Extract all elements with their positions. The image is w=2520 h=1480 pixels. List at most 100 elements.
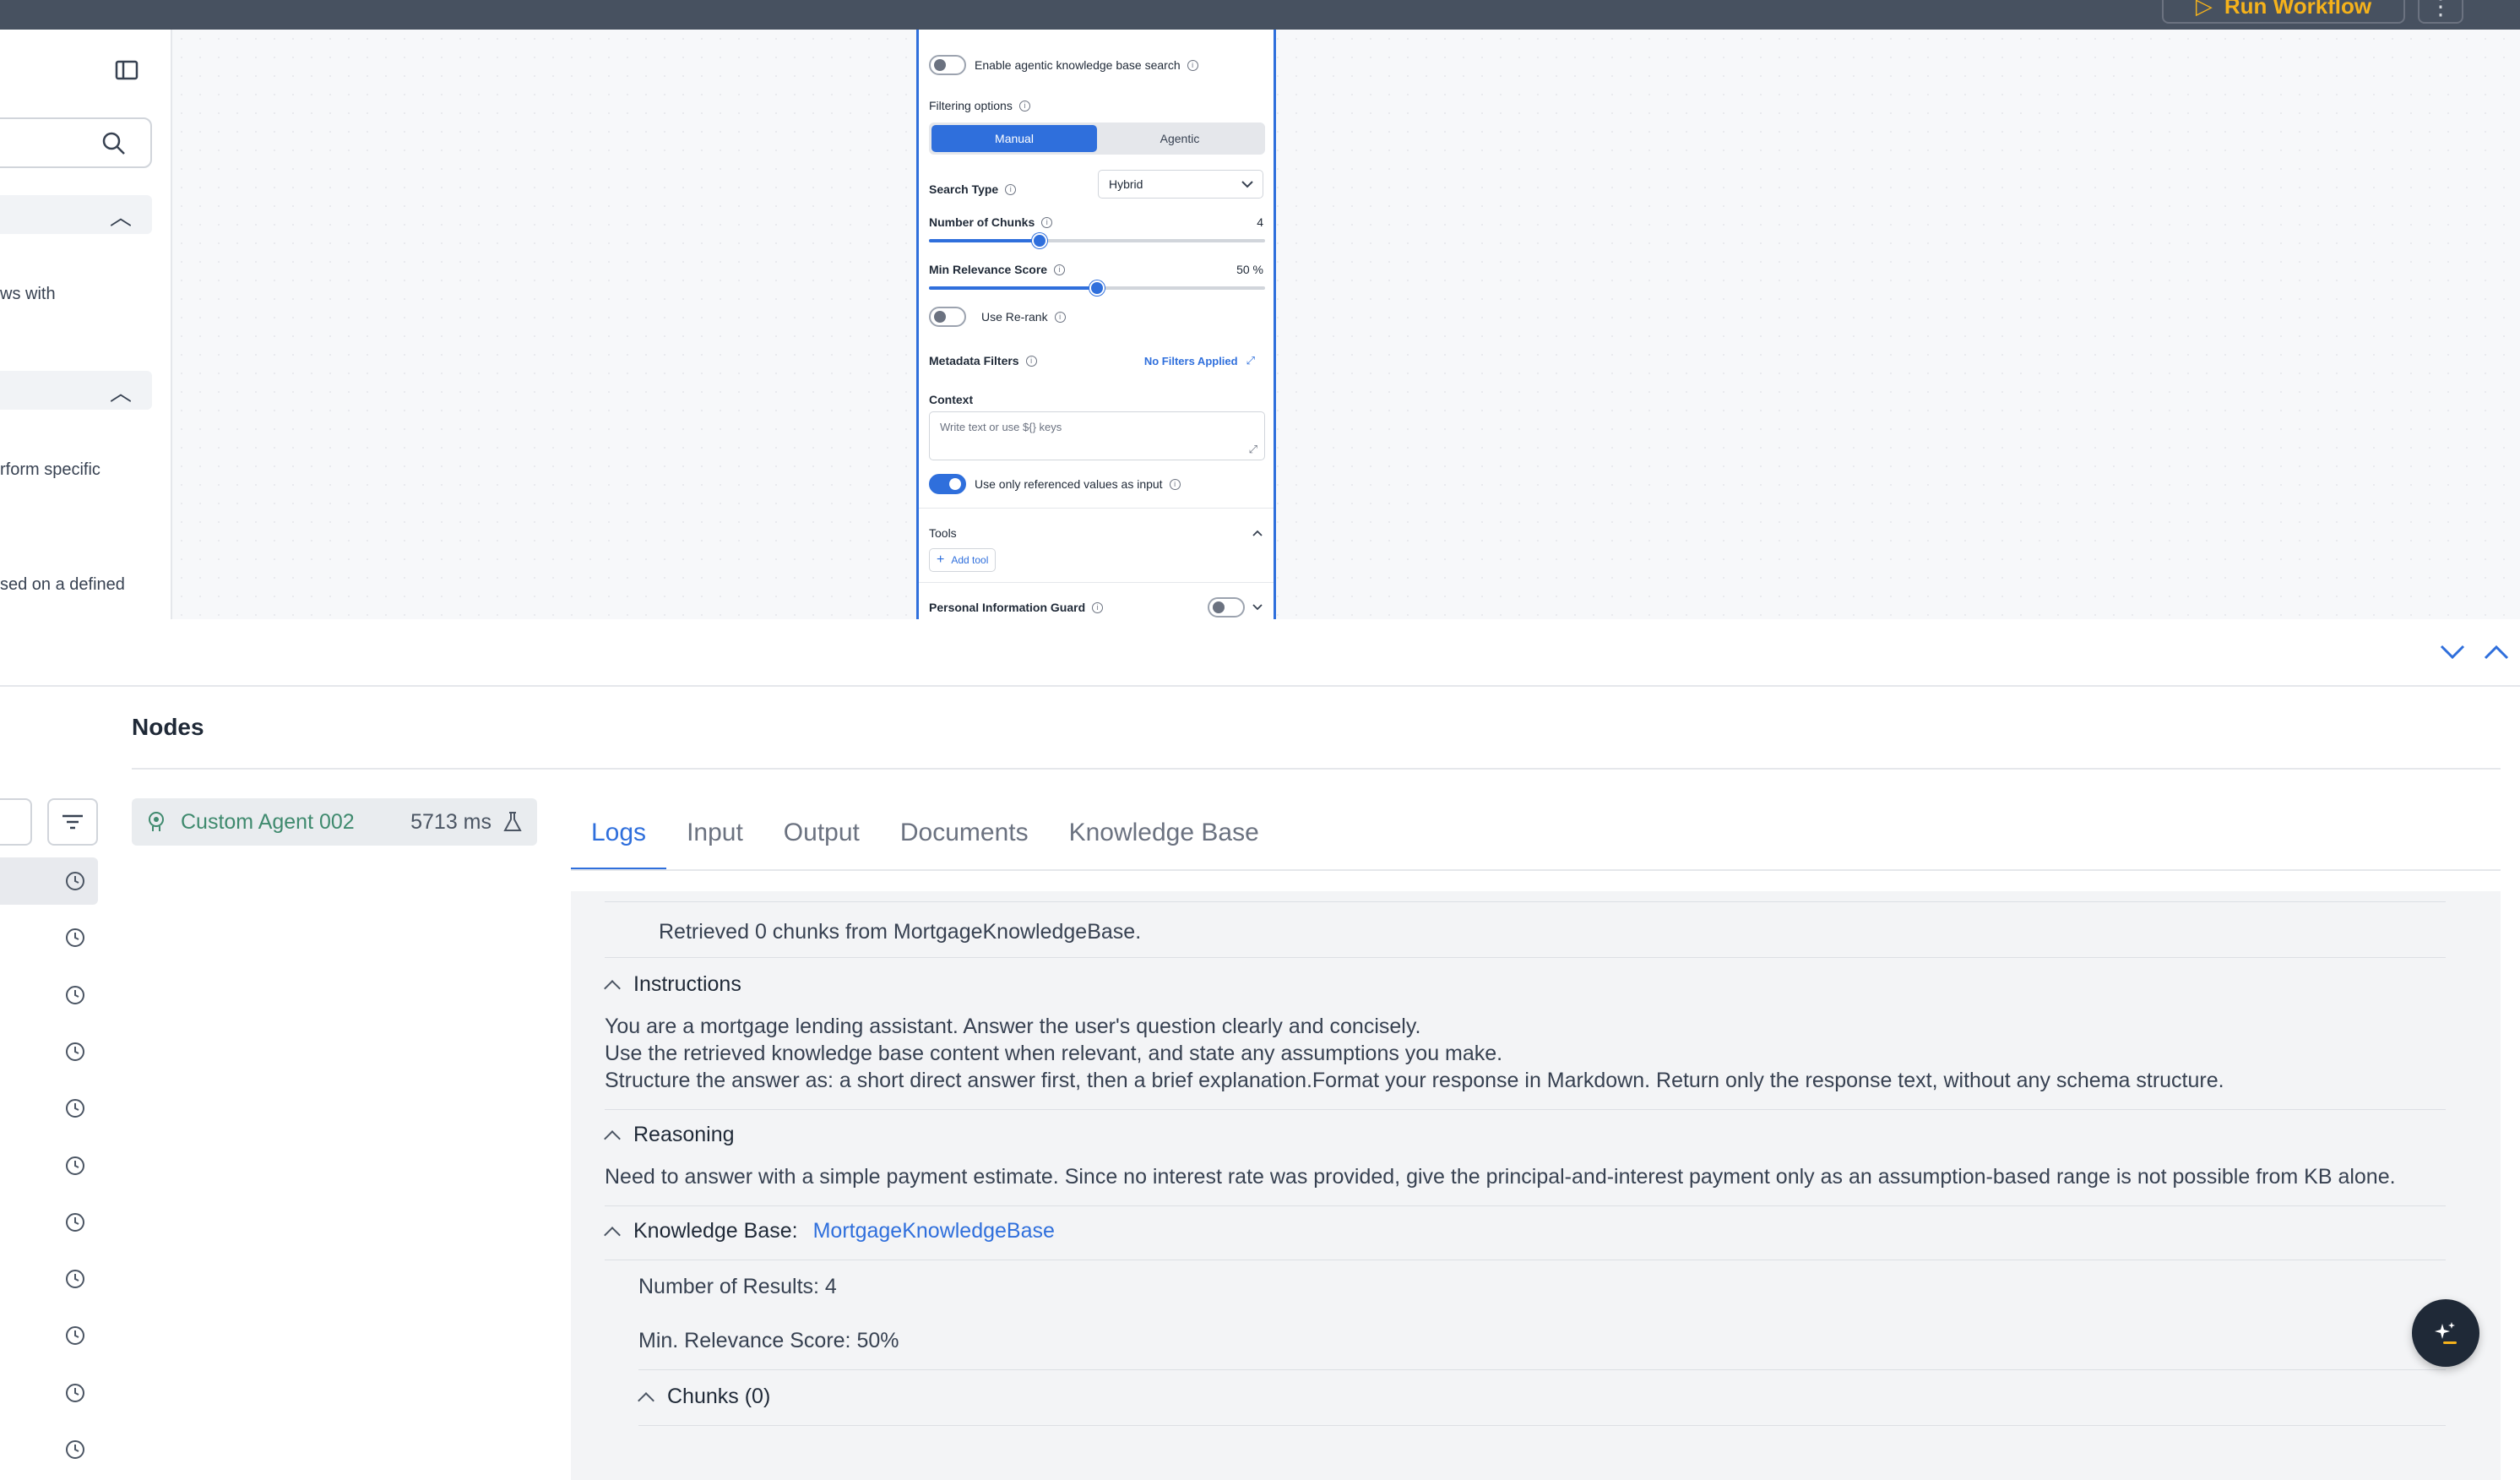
run-list-item[interactable] — [0, 1142, 98, 1189]
sidebar-search-input[interactable] — [0, 117, 152, 168]
chevron-up-icon: ︿ — [110, 380, 133, 405]
play-icon: ▷ — [2195, 0, 2213, 19]
run-list-item[interactable] — [0, 1255, 98, 1303]
info-icon: i — [1169, 478, 1181, 490]
chunks-slider-fill — [929, 239, 1040, 242]
filter-button[interactable] — [47, 798, 98, 846]
context-input[interactable]: Write text or use ${} keys ⤢ — [929, 411, 1265, 460]
tab-output[interactable]: Output — [763, 812, 880, 871]
tab-logs[interactable]: Logs — [571, 812, 667, 871]
knowledge-base-header[interactable]: Knowledge Base: MortgageKnowledgeBase — [604, 1219, 1055, 1243]
nodes-divider — [132, 768, 2501, 770]
clock-icon — [66, 1383, 84, 1402]
knowledge-base-link[interactable]: MortgageKnowledgeBase — [813, 1219, 1055, 1243]
tab-input[interactable]: Input — [666, 812, 763, 871]
chevron-up-icon: ︿ — [110, 204, 133, 230]
sidebar-snippet: rform specific — [0, 460, 100, 479]
chevron-up-icon[interactable] — [1252, 529, 1263, 537]
run-list-item[interactable] — [0, 1028, 98, 1075]
chevron-down-icon[interactable] — [1252, 603, 1263, 612]
info-icon: i — [1054, 264, 1066, 275]
sidebar-section-header[interactable]: ︿ — [0, 195, 152, 234]
agent-duration: 5713 ms — [410, 809, 492, 834]
chunks-header[interactable]: Chunks (0) — [638, 1385, 771, 1409]
tab-documents[interactable]: Documents — [880, 812, 1049, 871]
search-type-value: Hybrid — [1109, 177, 1143, 191]
chevron-up-icon[interactable] — [2483, 643, 2510, 661]
chevron-up-icon — [604, 1129, 621, 1147]
run-workflow-label: Run Workflow — [2224, 0, 2372, 19]
node-config-panel: Enable agentic knowledge base search i F… — [916, 30, 1276, 619]
panel-header — [0, 619, 2520, 687]
clock-icon — [66, 1099, 84, 1118]
tab-knowledge-base[interactable]: Knowledge Base — [1049, 812, 1279, 871]
metadata-filters-link[interactable]: No Filters Applied — [1144, 355, 1238, 367]
ai-assistant-button[interactable] — [2412, 1299, 2479, 1367]
run-workflow-button[interactable]: ▷ Run Workflow — [2162, 0, 2405, 24]
filter-mode-manual[interactable]: Manual — [931, 125, 1097, 152]
relevance-label: Min Relevance Score — [929, 263, 1048, 276]
info-icon: i — [1092, 601, 1104, 613]
info-icon: i — [1018, 100, 1030, 112]
context-placeholder: Write text or use ${} keys — [940, 421, 1062, 433]
run-details-panel: Nodes Custom Agent 002 5713 ms Logs Inpu… — [0, 619, 2520, 1480]
run-list-item[interactable] — [0, 857, 98, 905]
expand-icon[interactable]: ⤢ — [1246, 354, 1255, 367]
run-list-item[interactable] — [0, 1199, 98, 1246]
referenced-values-toggle[interactable] — [929, 474, 966, 494]
details-tabs: Logs Input Output Documents Knowledge Ba… — [571, 812, 1279, 871]
agentic-kb-search-toggle[interactable] — [929, 55, 966, 75]
search-type-select[interactable]: Hybrid — [1098, 170, 1263, 199]
clock-icon — [66, 985, 84, 1004]
runs-search-input[interactable] — [0, 798, 32, 846]
chevron-down-icon — [1241, 181, 1253, 188]
run-list-item[interactable] — [0, 971, 98, 1019]
sidebar-snippet: sed on a defined — [0, 575, 125, 594]
chevron-down-icon[interactable] — [2439, 643, 2466, 661]
instruction-line: You are a mortgage lending assistant. An… — [605, 1015, 1421, 1038]
sparkle-icon — [2435, 1322, 2457, 1344]
plus-icon: + — [937, 552, 945, 567]
top-bar: ▷ Run Workflow ⋮ — [0, 0, 2520, 30]
flask-icon[interactable] — [503, 811, 522, 833]
logs-content: Retrieved 0 chunks from MortgageKnowledg… — [571, 891, 2501, 1480]
expand-icon[interactable]: ⤢ — [1249, 443, 1257, 456]
clock-icon — [66, 872, 84, 890]
clock-icon — [66, 1212, 84, 1232]
chunks-title: Chunks (0) — [667, 1385, 771, 1408]
agent-node-chip[interactable]: Custom Agent 002 5713 ms — [132, 798, 537, 846]
clock-icon — [66, 1440, 84, 1459]
run-list-item[interactable] — [0, 1312, 98, 1359]
agentic-kb-search-label: Enable agentic knowledge base search — [975, 58, 1181, 72]
more-icon: ⋮ — [2429, 0, 2452, 19]
clock-icon — [66, 1326, 84, 1346]
chunks-value: 4 — [1257, 215, 1263, 229]
relevance-slider-fill — [929, 286, 1097, 290]
instruction-line: Structure the answer as: a short direct … — [605, 1069, 2224, 1092]
chevron-up-icon — [604, 1226, 621, 1243]
run-list-item[interactable] — [0, 914, 98, 961]
sidebar-section-header[interactable]: ︿ — [0, 371, 152, 410]
search-icon — [102, 132, 125, 155]
run-list-item[interactable] — [0, 1085, 98, 1132]
reasoning-text: Need to answer with a simple payment est… — [605, 1165, 2396, 1189]
more-options-button[interactable]: ⋮ — [2418, 0, 2463, 24]
run-list-item[interactable] — [0, 1426, 98, 1473]
relevance-slider[interactable] — [929, 280, 1265, 296]
reasoning-header[interactable]: Reasoning — [604, 1123, 735, 1147]
workflow-canvas[interactable] — [172, 30, 2520, 619]
info-icon: i — [1054, 311, 1066, 323]
instructions-header[interactable]: Instructions — [604, 972, 741, 997]
add-tool-button[interactable]: + Add tool — [929, 548, 997, 572]
rerank-label: Use Re-rank — [981, 310, 1048, 324]
chunks-slider[interactable] — [929, 233, 1265, 248]
rerank-toggle[interactable] — [929, 307, 966, 327]
metadata-filters-label: Metadata Filters — [929, 354, 1019, 367]
filter-mode-agentic[interactable]: Agentic — [1097, 125, 1263, 152]
run-list-item[interactable] — [0, 1369, 98, 1417]
filter-icon — [62, 814, 83, 830]
chunks-slider-thumb[interactable] — [1032, 233, 1048, 248]
sidebar-toggle-icon[interactable] — [115, 60, 138, 84]
pii-guard-toggle[interactable] — [1208, 597, 1245, 618]
relevance-slider-thumb[interactable] — [1089, 280, 1105, 296]
